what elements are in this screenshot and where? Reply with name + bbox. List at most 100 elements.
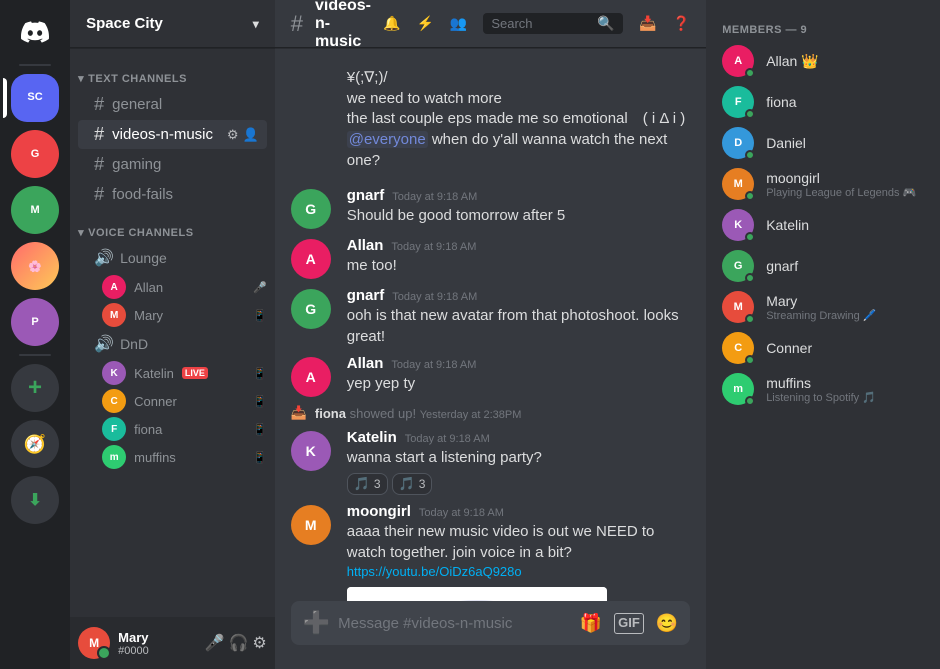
download-button[interactable]: ⬇ [11,476,59,524]
voice-member-muffins[interactable]: m muffins 📱 [70,443,275,471]
member-name: Allan [134,280,163,295]
boost-icon[interactable]: ⚡ [416,15,433,32]
chevron-icon: ▾ [78,72,84,85]
member-name: gnarf [766,258,924,274]
message-author[interactable]: Katelin [347,429,397,446]
reaction-count: 3 [374,477,381,491]
deafen-icon[interactable]: 🎧 [228,633,248,653]
search-box[interactable]: 🔍 [483,13,623,34]
chat-area: # videos-n-music 🔔 ⚡ 👥 🔍 📥 ❓ ¥ [275,0,706,669]
help-icon[interactable]: ❓ [673,15,690,32]
voice-dnd[interactable]: 🔊 DnD [78,330,267,358]
add-server-button[interactable]: + [11,364,59,412]
message-author[interactable]: Allan [347,237,384,254]
voice-member-mary[interactable]: M Mary 📱 [70,301,275,329]
server-icon-3[interactable]: M [11,186,59,234]
add-member-icon[interactable]: 👤 [243,127,259,143]
user-panel: M Mary #0000 🎤 🎧 ⚙ [70,617,275,669]
server-divider-2 [19,354,51,356]
discord-logo[interactable] [0,8,70,56]
status-indicator [745,150,755,160]
inbox-icon[interactable]: 📥 [639,15,656,32]
server-name: Space City [86,15,163,32]
member-item-conner[interactable]: C Conner [714,328,932,368]
member-item-mary[interactable]: M Mary Streaming Drawing 🖊️ [714,287,932,327]
voice-member-katelin[interactable]: K Katelin LIVE 📱 [70,359,275,387]
text-channels-category[interactable]: ▾ TEXT CHANNELS [70,56,275,89]
mention[interactable]: @everyone [347,131,428,148]
message-timestamp: Today at 9:18 AM [419,507,504,519]
voice-member-fiona[interactable]: F fiona 📱 [70,415,275,443]
settings-icon[interactable]: ⚙ [252,633,266,653]
server-icon-4[interactable]: 🌸 [11,242,59,290]
message-link[interactable]: https://youtu.be/OiDz6aQ928o [347,564,522,579]
voice-member-allan[interactable]: A Allan 🎤 [70,273,275,301]
mute-icon[interactable]: 🎤 [205,633,225,653]
server-icon-2[interactable]: G [11,130,59,178]
status-indicator [745,355,755,365]
message-author[interactable]: Allan [347,355,384,372]
status-indicator [745,191,755,201]
reaction-1[interactable]: 🎵 3 [347,473,388,495]
reaction-count: 3 [419,477,426,491]
member-icons: 🎤 [253,281,267,294]
bell-icon[interactable]: 🔔 [383,15,400,32]
member-name: Mary [766,293,924,309]
channel-general[interactable]: # general [78,90,267,119]
member-item-moongirl[interactable]: M moongirl Playing League of Legends 🎮 [714,164,932,204]
member-name: Mary [134,308,163,323]
members-category: MEMBERS — 9 [706,16,940,40]
message-content: moongirl Today at 9:18 AM aaaa their new… [347,503,690,601]
voice-member-conner[interactable]: C Conner 📱 [70,387,275,415]
voice-channel-name: DnD [120,336,148,352]
message-text: ooh is that new avatar from that photosh… [347,306,690,347]
message-input[interactable] [338,615,572,632]
message-timestamp: Today at 9:18 AM [391,359,476,371]
status-indicator [745,109,755,119]
voice-channels-category[interactable]: ▾ VOICE CHANNELS [70,210,275,243]
emoji-icon[interactable]: 😊 [656,613,678,634]
message-header: Allan Today at 9:18 AM [347,355,690,372]
server-icon-spacecity[interactable]: SC [11,74,59,122]
add-attachment-icon[interactable]: ➕ [303,610,330,636]
message-group: ¥(;∇;)/ we need to watch more the last c… [275,64,706,175]
gift-icon[interactable]: 🎁 [580,613,602,634]
message-author[interactable]: gnarf [347,287,385,304]
member-item-allan[interactable]: A Allan 👑 [714,41,932,81]
member-item-gnarf[interactable]: G gnarf [714,246,932,286]
channel-sidebar: Space City ▾ ▾ TEXT CHANNELS # general #… [70,0,275,669]
member-item-daniel[interactable]: D Daniel [714,123,932,163]
settings-icon[interactable]: ⚙ [227,127,239,143]
search-input[interactable] [491,16,591,31]
server-icon-5[interactable]: P [11,298,59,346]
crown-badge: 👑 [801,53,818,69]
members-icon[interactable]: 👥 [450,15,467,32]
message-header: moongirl Today at 9:18 AM [347,503,690,520]
gif-icon[interactable]: GIF [614,613,644,634]
message-group-moongirl: M moongirl Today at 9:18 AM aaaa their n… [275,499,706,601]
channel-food-fails[interactable]: # food-fails [78,180,267,209]
video-embed[interactable]: BEAK [347,587,607,601]
channel-videos-n-music[interactable]: # videos-n-music ⚙ 👤 [78,120,267,149]
chat-input-box: ➕ 🎁 GIF 😊 [291,601,690,645]
reaction-2[interactable]: 🎵 3 [392,473,433,495]
member-avatar: D [722,127,754,159]
message-header: Katelin Today at 9:18 AM [347,429,690,446]
user-info: Mary #0000 [118,630,196,657]
member-avatar: C [102,389,126,413]
voice-lounge[interactable]: 🔊 Lounge [78,244,267,272]
message-content: gnarf Today at 9:18 AM ooh is that new a… [347,287,690,347]
reactions: 🎵 3 🎵 3 [347,473,690,495]
member-name: muffins [134,450,176,465]
join-icon: 📥 [291,405,307,421]
member-item-katelin[interactable]: K Katelin [714,205,932,245]
member-item-muffins[interactable]: m muffins Listening to Spotify 🎵 [714,369,932,409]
chat-header: # videos-n-music 🔔 ⚡ 👥 🔍 📥 ❓ [275,0,706,48]
channel-gaming[interactable]: # gaming [78,150,267,179]
message-timestamp: Today at 9:18 AM [392,191,477,203]
server-name-bar[interactable]: Space City ▾ [70,0,275,48]
member-item-fiona[interactable]: F fiona [714,82,932,122]
message-author[interactable]: gnarf [347,187,385,204]
discover-servers-button[interactable]: 🧭 [11,420,59,468]
message-author[interactable]: moongirl [347,503,411,520]
